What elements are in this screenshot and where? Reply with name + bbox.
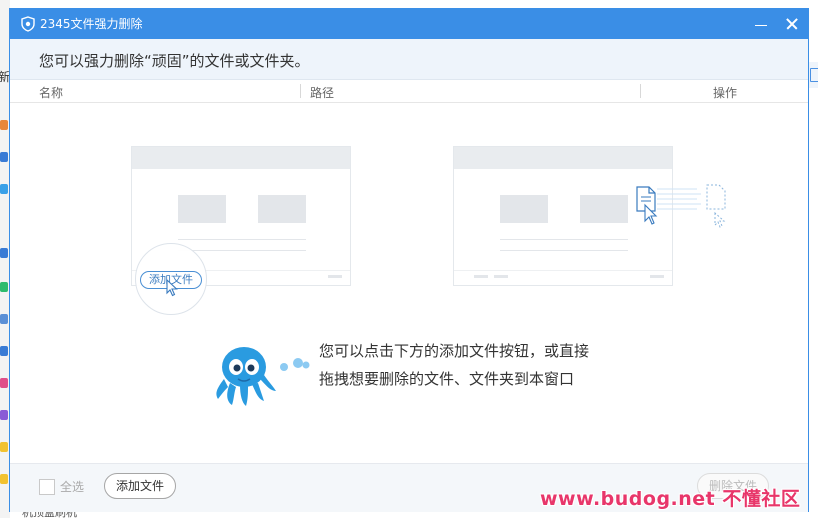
minimize-button[interactable] xyxy=(750,13,772,35)
bg-app-icon xyxy=(0,152,8,162)
bg-app-icon xyxy=(0,282,8,292)
title-bar[interactable]: 2345文件强力删除 xyxy=(10,9,808,39)
file-shredder-dialog: 2345文件强力删除 您可以强力删除“顽固”的文件或文件夹。 名称 路径 操作 … xyxy=(9,8,809,512)
window-title: 2345文件强力删除 xyxy=(40,17,143,31)
file-list-header: 名称 路径 操作 xyxy=(10,79,808,103)
description-text: 您可以强力删除“顽固”的文件或文件夹。 xyxy=(39,52,310,70)
bg-home-icon xyxy=(0,120,8,130)
file-drop-zone[interactable]: 添加文件 您可以点击下方的添加文件按钮，或直接 拖拽想要删除的文件、文件夹到本窗… xyxy=(10,103,808,463)
column-path-header[interactable]: 路径 xyxy=(310,84,334,101)
octopus-mascot-icon xyxy=(216,347,310,406)
shield-icon xyxy=(21,16,35,32)
column-action-header[interactable]: 操作 xyxy=(713,84,737,101)
add-file-button[interactable]: 添加文件 xyxy=(104,473,176,499)
bg-app-icon xyxy=(0,248,8,258)
bg-cloud-icon xyxy=(0,184,8,194)
hint-line: 拖拽想要删除的文件、文件夹到本窗口 xyxy=(319,370,575,388)
bg-app-icon xyxy=(0,346,8,356)
magnifier-illustration: 添加文件 xyxy=(135,243,207,315)
empty-state-hint: 您可以点击下方的添加文件按钮，或直接 拖拽想要删除的文件、文件夹到本窗口 xyxy=(319,337,589,393)
description-bar: 您可以强力删除“顽固”的文件或文件夹。 xyxy=(10,39,808,79)
column-divider[interactable] xyxy=(300,84,301,98)
column-divider[interactable] xyxy=(640,84,641,98)
select-all-checkbox[interactable] xyxy=(39,479,55,495)
hint-line: 您可以点击下方的添加文件按钮，或直接 xyxy=(319,342,590,360)
site-watermark: www.budog.net 不懂社区 xyxy=(540,488,801,510)
bg-folder-icon xyxy=(0,474,8,484)
bg-app-icon xyxy=(0,378,8,388)
bg-app-icon xyxy=(0,314,8,324)
cursor-icon xyxy=(166,279,178,297)
column-name-header[interactable]: 名称 xyxy=(39,84,63,101)
close-button[interactable] xyxy=(781,13,803,35)
bg-window-icon xyxy=(810,68,818,82)
bg-folder-icon xyxy=(0,442,8,452)
dragging-file-icon xyxy=(636,184,726,228)
bg-app-icon xyxy=(0,410,8,420)
select-all-label[interactable]: 全选 xyxy=(60,478,84,495)
